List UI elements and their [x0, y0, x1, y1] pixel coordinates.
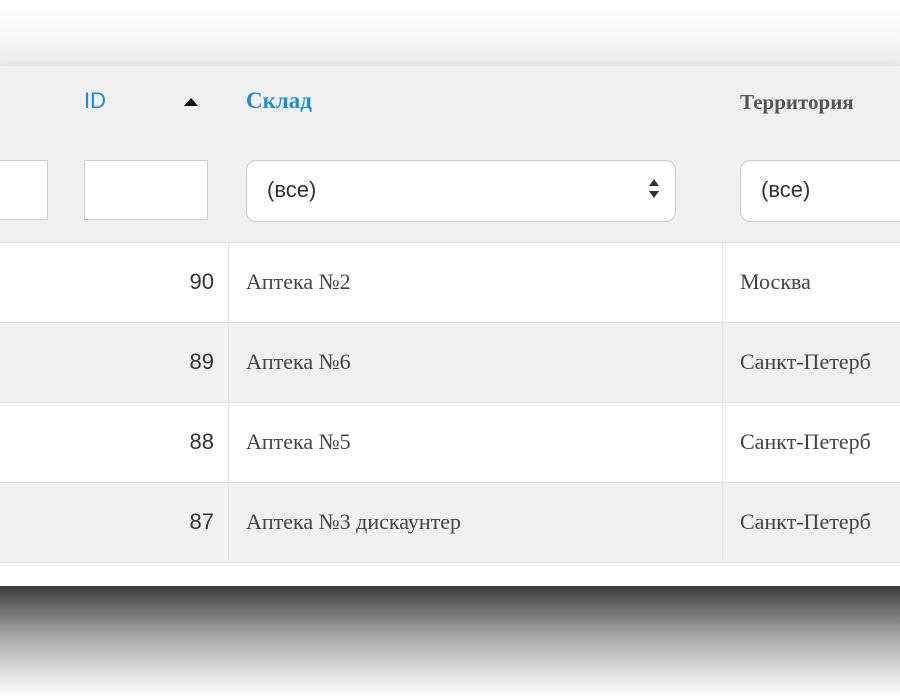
cell-territory: Санкт-Петерб: [740, 429, 871, 454]
top-background: [0, 0, 900, 66]
column-header-territory: Территория: [740, 90, 854, 114]
column-divider: [228, 323, 229, 403]
column-divider: [722, 323, 723, 403]
filter-select-sklad-value: (все): [267, 177, 317, 202]
cell-sklad: Аптека №3 дискаунтер: [246, 509, 462, 534]
cell-territory: Санкт-Петерб: [740, 509, 871, 534]
cell-id: 89: [189, 349, 214, 374]
sort-ascending-icon[interactable]: [184, 98, 198, 106]
cell-id: 88: [189, 429, 214, 454]
filter-input-previous-column[interactable]: [0, 160, 48, 220]
column-divider: [722, 243, 723, 323]
data-table: ID Склад Территория (все) (все) 90 Аптек…: [0, 66, 900, 586]
bottom-shadow: [0, 586, 900, 700]
filter-input-id[interactable]: [84, 160, 208, 220]
table-header: ID Склад Территория (все) (все): [0, 66, 900, 243]
column-header-id[interactable]: ID: [84, 88, 106, 114]
table-row[interactable]: 87 Аптека №3 дискаунтер Санкт-Петерб: [0, 483, 900, 563]
cell-sklad: Аптека №6: [246, 349, 351, 374]
filter-select-territory[interactable]: (все): [740, 160, 900, 222]
cell-id: 90: [189, 269, 214, 294]
column-divider: [228, 403, 229, 483]
column-header-sklad[interactable]: Склад: [246, 88, 312, 114]
table-body: 90 Аптека №2 Москва 89 Аптека №6 Санкт-П…: [0, 243, 900, 563]
cell-id: 87: [189, 509, 214, 534]
column-divider: [722, 403, 723, 483]
column-divider: [228, 243, 229, 323]
cell-territory: Санкт-Петерб: [740, 349, 871, 374]
filter-select-sklad[interactable]: (все): [246, 160, 676, 222]
table-row[interactable]: 90 Аптека №2 Москва: [0, 243, 900, 323]
table-row[interactable]: 89 Аптека №6 Санкт-Петерб: [0, 323, 900, 403]
select-arrows-icon: [649, 177, 661, 203]
cell-territory: Москва: [740, 269, 811, 294]
column-divider: [722, 483, 723, 563]
cell-sklad: Аптека №2: [246, 269, 351, 294]
column-divider: [228, 483, 229, 563]
filter-select-territory-value: (все): [761, 177, 811, 202]
table-row[interactable]: 88 Аптека №5 Санкт-Петерб: [0, 403, 900, 483]
cell-sklad: Аптека №5: [246, 429, 351, 454]
